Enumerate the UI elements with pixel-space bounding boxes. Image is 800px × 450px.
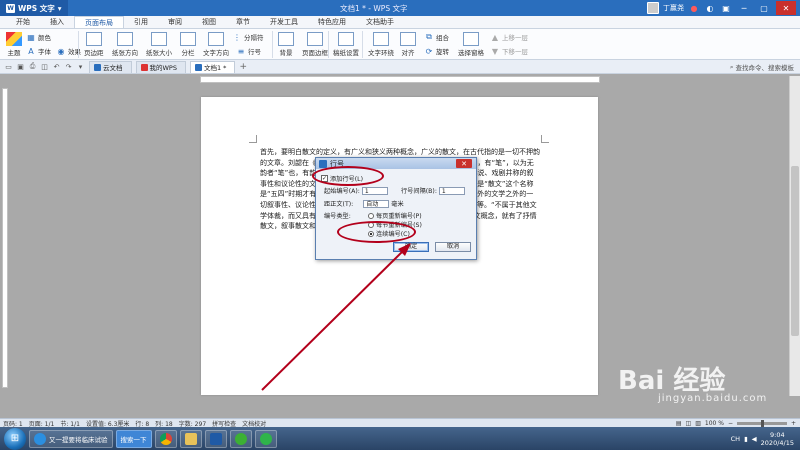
watermark-brand: Bai 经验 (618, 366, 726, 396)
clock-date: 2020/4/15 (760, 438, 794, 447)
volume-icon[interactable]: ◀ (752, 435, 757, 443)
start-button[interactable]: ⊞ (4, 427, 26, 450)
windows-taskbar: ⊞ 又一提要将临床试验 搜索一下 CH ▮ ◀ 9:04 2020/4/15 (0, 427, 800, 450)
folder-icon (184, 432, 197, 445)
taskbar-item-browser[interactable] (254, 429, 277, 448)
watermark-url: jingyan.baidu.com (658, 393, 768, 404)
taskbar-item-chrome[interactable] (154, 429, 177, 448)
chrome-icon (159, 432, 172, 445)
read-view-icon[interactable]: ▥ (695, 420, 701, 427)
web-view-icon[interactable]: ◫ (686, 420, 692, 427)
input-language[interactable]: CH (731, 435, 740, 443)
zoom-level[interactable]: 100 % (705, 420, 724, 427)
task-label: 又一提要将临床试验 (49, 435, 108, 444)
taskbar-item-search[interactable]: 搜索一下 (115, 429, 152, 448)
task-label: 搜索一下 (120, 435, 147, 444)
taskbar-item-wechat[interactable] (229, 429, 252, 448)
taskbar-item-ie[interactable]: 又一提要将临床试验 (29, 429, 113, 448)
zoom-out-icon[interactable]: − (728, 420, 733, 427)
status-bar: 页码: 1 页面: 1/1 节: 1/1 设置值: 6.3厘米 行: 8 列: … (0, 418, 800, 428)
wechat-icon (234, 432, 247, 445)
network-icon[interactable]: ▮ (744, 435, 748, 443)
system-tray: CH ▮ ◀ 9:04 2020/4/15 (731, 427, 800, 450)
page-view-icon[interactable]: ▤ (676, 420, 682, 427)
baidu-watermark: Bai 经验 jingyan.baidu.com (618, 360, 793, 415)
ie-icon (34, 432, 46, 445)
clock-time: 9:04 (770, 430, 785, 439)
zoom-slider[interactable] (736, 420, 787, 427)
wps-icon (209, 432, 222, 445)
clock[interactable]: 9:04 2020/4/15 (761, 431, 794, 447)
taskbar-item-folder[interactable] (179, 429, 202, 448)
zoom-in-icon[interactable]: + (791, 420, 796, 427)
taskbar-item-wps[interactable] (204, 429, 227, 448)
browser-icon (259, 432, 272, 445)
